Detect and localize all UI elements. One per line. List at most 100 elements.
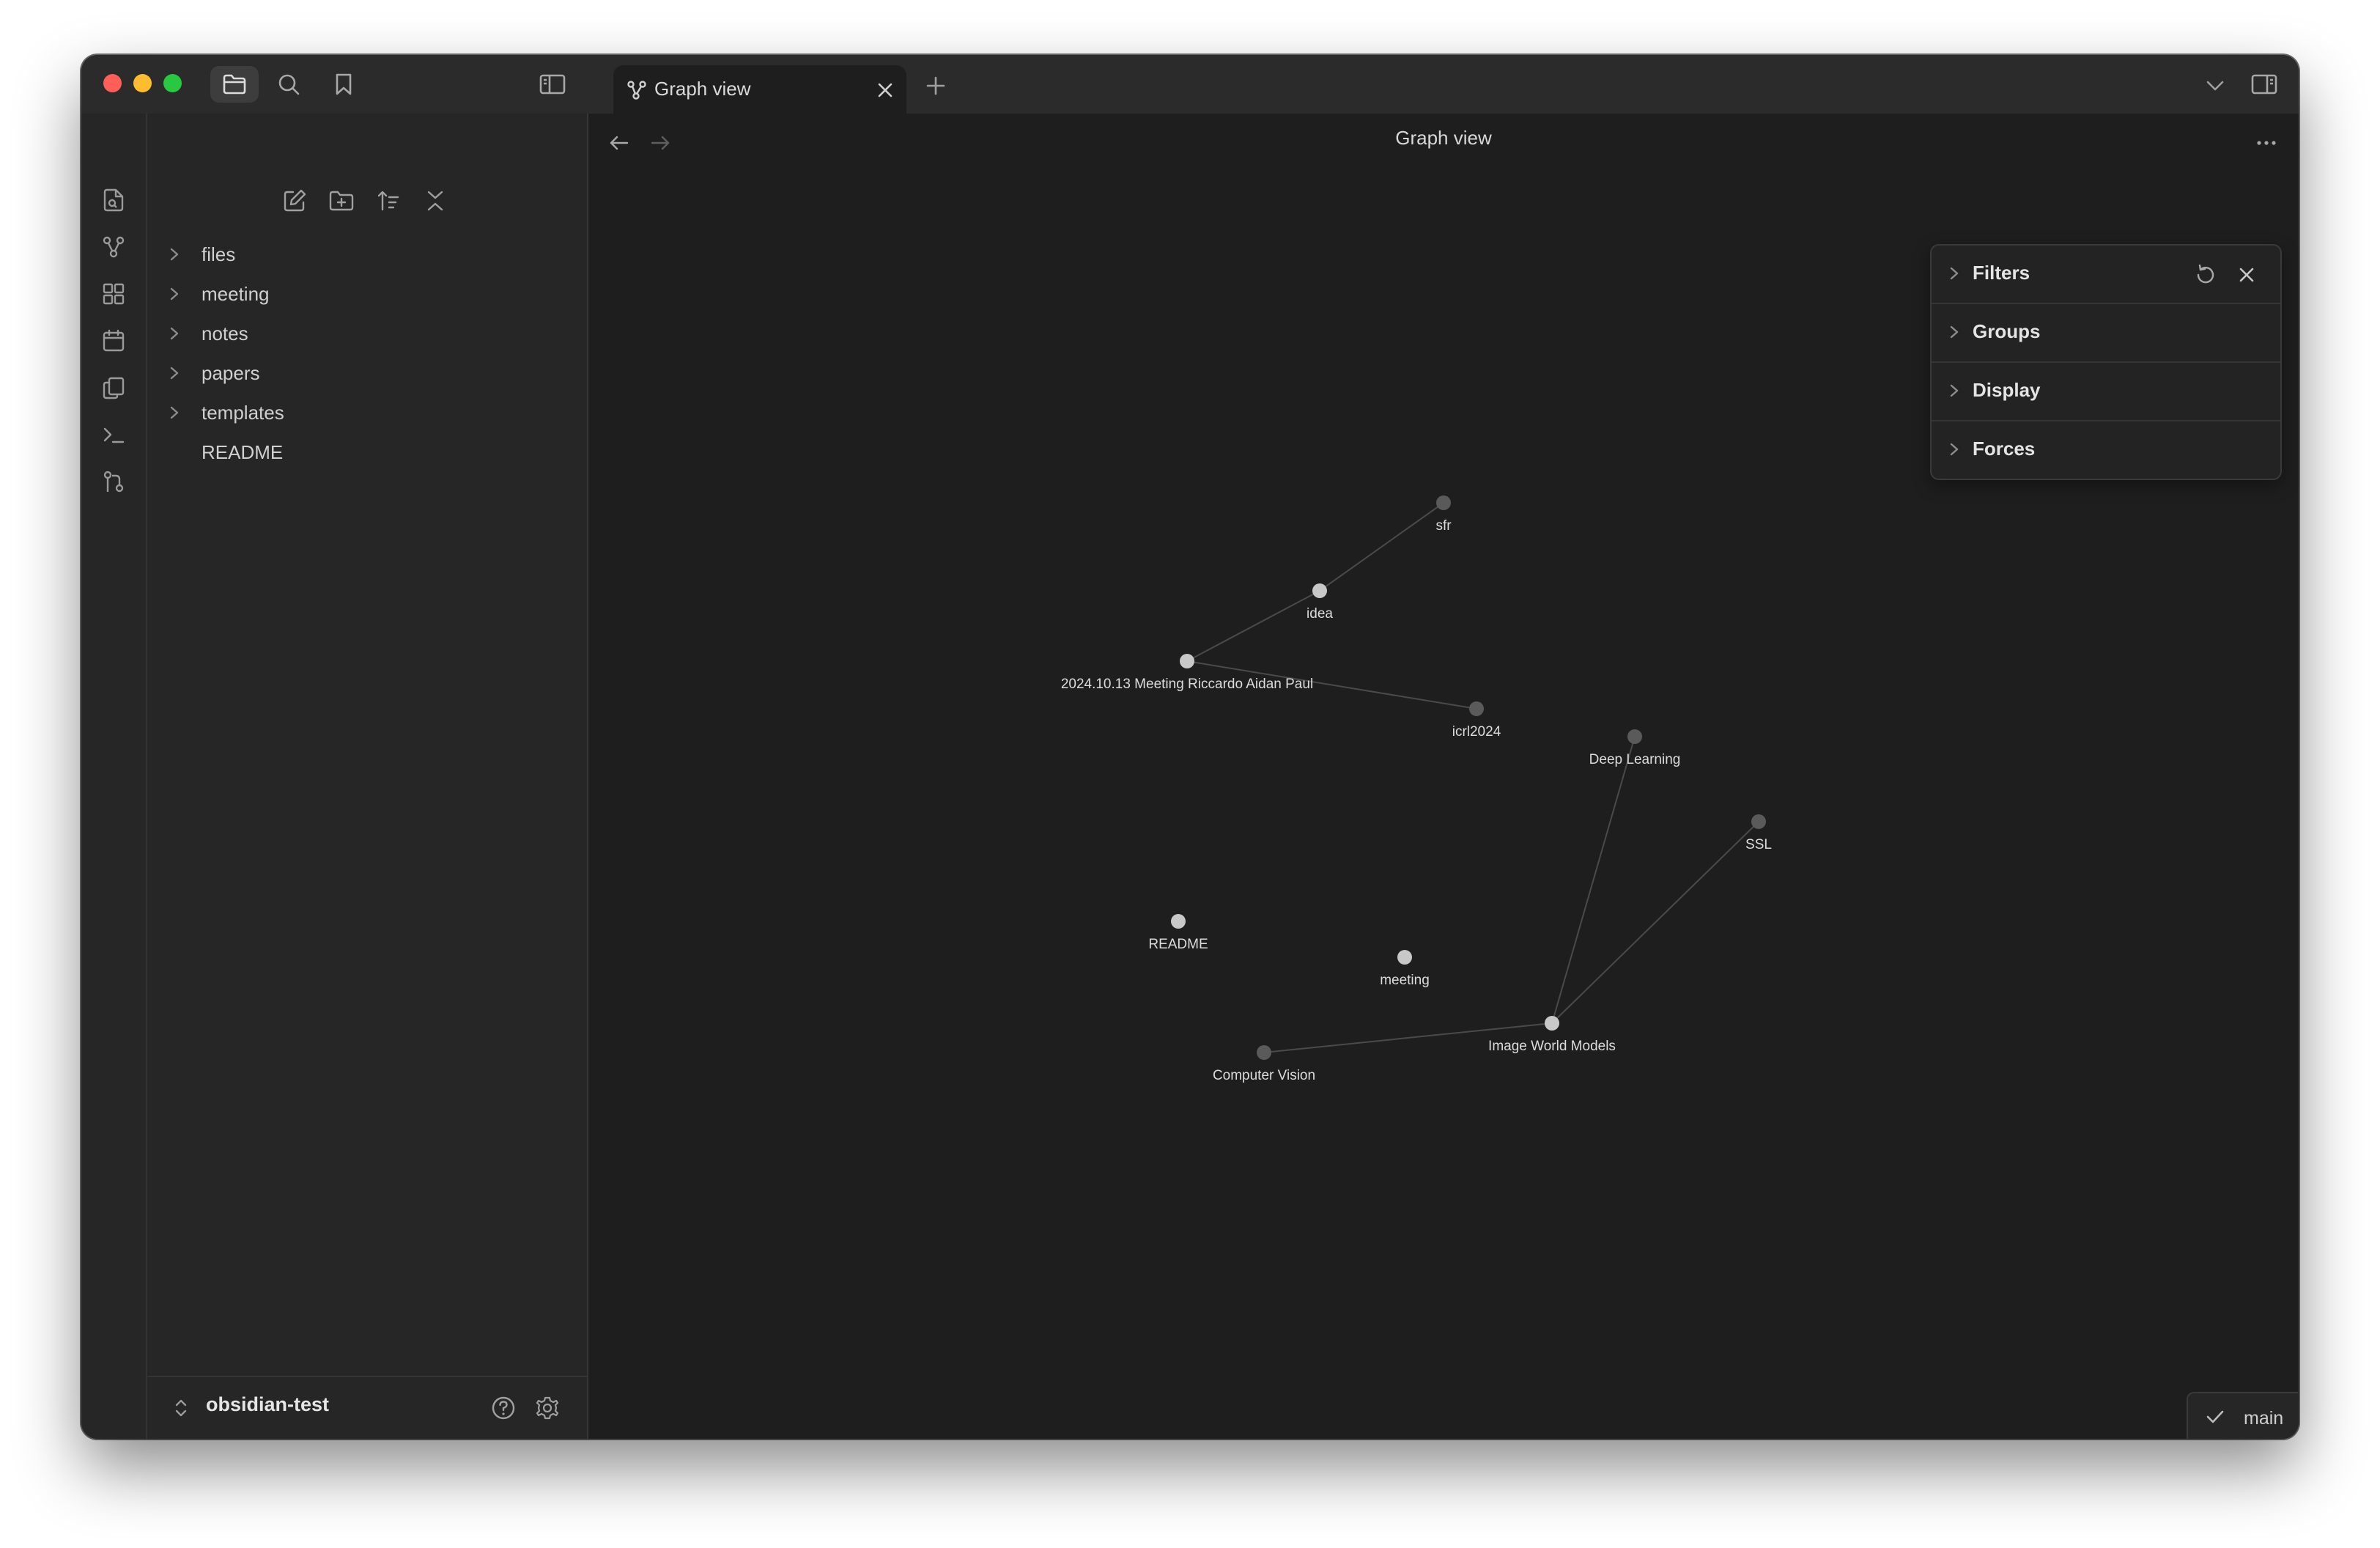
node-label: Computer Vision xyxy=(1213,1068,1315,1083)
git-pull-request-icon xyxy=(103,471,124,493)
layout-dashboard-icon xyxy=(103,283,125,305)
git-status-bar-item[interactable]: main xyxy=(2187,1392,2298,1439)
help-button[interactable] xyxy=(486,1390,521,1426)
node-label: SSL xyxy=(1745,837,1772,852)
folder-item-papers[interactable]: papers xyxy=(169,356,260,390)
graph-node[interactable]: 2024.10.13 Meeting Riccardo Aidan Paul xyxy=(1061,654,1313,692)
chevron-right-icon xyxy=(170,406,179,419)
vault-switcher-bar: obsidian-test xyxy=(147,1376,587,1439)
check-icon xyxy=(2206,1410,2224,1423)
toggle-right-sidebar-button[interactable] xyxy=(2246,66,2283,103)
graph-node[interactable]: sfr xyxy=(1435,495,1452,534)
graph-view-pane[interactable]: Graph view sfr idea 2024.10.13 Meeting R… xyxy=(588,114,2299,1439)
close-window-button[interactable] xyxy=(103,74,122,92)
terminal-icon xyxy=(103,427,125,443)
edge-sfr-idea xyxy=(1319,502,1444,591)
tab-graph-view[interactable]: Graph view xyxy=(613,65,906,114)
node-label: README xyxy=(1148,937,1208,952)
graph-node[interactable]: README xyxy=(1148,914,1208,952)
search-icon xyxy=(278,74,300,95)
folder-label: papers xyxy=(202,361,260,384)
edge-ssl-image-world-models xyxy=(1551,821,1759,1024)
graph-icon xyxy=(627,81,646,100)
section-label: Filters xyxy=(1973,262,2030,284)
folder-label: meeting xyxy=(202,282,270,305)
gear-icon xyxy=(536,1396,559,1420)
ribbon-quick-switcher-button[interactable] xyxy=(96,183,131,218)
sidebar-right-icon xyxy=(2251,74,2277,95)
section-forces[interactable]: Forces xyxy=(1932,421,2280,479)
help-circle-icon xyxy=(492,1396,515,1420)
edit-icon xyxy=(284,189,306,212)
graph-node[interactable]: icrl2024 xyxy=(1452,701,1501,740)
section-groups[interactable]: Groups xyxy=(1932,304,2280,363)
edge-idea-meeting-note xyxy=(1186,590,1320,662)
chevron-right-icon xyxy=(1950,267,1959,280)
ribbon-graph-view-button[interactable] xyxy=(96,229,131,265)
section-display[interactable]: Display xyxy=(1932,363,2280,421)
chevron-down-icon xyxy=(2206,81,2224,91)
ribbon-canvas-button[interactable] xyxy=(96,276,131,312)
folder-item-meeting[interactable]: meeting xyxy=(169,277,270,311)
graph-node[interactable]: meeting xyxy=(1380,950,1430,988)
section-label: Forces xyxy=(1973,438,2036,460)
branch-name: main xyxy=(2244,1408,2284,1429)
minimize-window-button[interactable] xyxy=(133,74,152,92)
chevrons-up-down-icon[interactable] xyxy=(174,1398,188,1418)
zoom-window-button[interactable] xyxy=(163,74,182,92)
file-explorer-button[interactable] xyxy=(210,66,259,103)
new-tab-button[interactable] xyxy=(921,71,950,100)
node-label: 2024.10.13 Meeting Riccardo Aidan Paul xyxy=(1061,677,1313,692)
graph-node[interactable]: idea xyxy=(1307,583,1333,622)
folder-item-files[interactable]: files xyxy=(169,237,235,271)
bookmark-icon xyxy=(336,73,352,95)
chevron-right-icon xyxy=(1950,384,1959,397)
chevron-right-icon xyxy=(1950,443,1959,456)
node-label: sfr xyxy=(1435,518,1452,534)
folder-item-notes[interactable]: notes xyxy=(169,317,248,350)
file-explorer: files meeting notes papers templates REA… xyxy=(147,114,588,1439)
sort-order-button[interactable] xyxy=(372,184,405,218)
section-label: Groups xyxy=(1973,320,2041,342)
close-tab-icon[interactable] xyxy=(877,82,893,98)
chevron-right-icon xyxy=(170,287,179,301)
bookmarks-button[interactable] xyxy=(325,66,362,103)
ribbon-daily-note-button[interactable] xyxy=(96,323,131,358)
collapse-all-button[interactable] xyxy=(418,184,452,218)
section-filters[interactable]: Filters xyxy=(1932,246,2280,304)
ribbon-command-palette-button[interactable] xyxy=(96,417,131,452)
search-button[interactable] xyxy=(270,66,307,103)
close-icon xyxy=(2239,268,2254,282)
chevron-right-icon xyxy=(1950,325,1959,339)
chevrons-collapse-icon xyxy=(427,191,443,211)
graph-settings-panel: Filters Groups Display Forces xyxy=(1930,244,2282,480)
plus-icon xyxy=(926,76,945,95)
node-label: icrl2024 xyxy=(1452,724,1501,740)
ribbon-templates-button[interactable] xyxy=(96,370,131,405)
toggle-left-sidebar-button[interactable] xyxy=(534,66,571,103)
graph-node[interactable]: Computer Vision xyxy=(1213,1045,1315,1083)
tab-list-button[interactable] xyxy=(2199,70,2231,102)
graph-edges xyxy=(1186,502,1759,1053)
chevron-right-icon xyxy=(170,327,179,340)
sort-ascending-icon xyxy=(377,191,399,211)
settings-button[interactable] xyxy=(530,1390,565,1426)
copy-icon xyxy=(103,377,125,399)
folder-plus-icon xyxy=(329,191,354,211)
chevron-right-icon xyxy=(170,366,179,380)
graph-node[interactable]: SSL xyxy=(1745,814,1772,852)
file-item-readme[interactable]: README xyxy=(169,435,283,469)
restore-defaults-button[interactable] xyxy=(2189,259,2222,291)
ribbon-source-control-button[interactable] xyxy=(96,464,131,499)
folder-label: notes xyxy=(202,322,248,344)
graph-node[interactable]: Image World Models xyxy=(1488,1016,1616,1054)
new-note-button[interactable] xyxy=(278,184,311,218)
chevron-right-icon xyxy=(170,248,179,261)
new-folder-button[interactable] xyxy=(325,184,358,218)
close-panel-button[interactable] xyxy=(2231,259,2263,291)
folder-item-templates[interactable]: templates xyxy=(169,396,284,430)
graph-node[interactable]: Deep Learning xyxy=(1589,729,1681,767)
node-label: Image World Models xyxy=(1488,1039,1616,1054)
graph-icon xyxy=(103,236,125,258)
vault-name[interactable]: obsidian-test xyxy=(206,1393,329,1416)
